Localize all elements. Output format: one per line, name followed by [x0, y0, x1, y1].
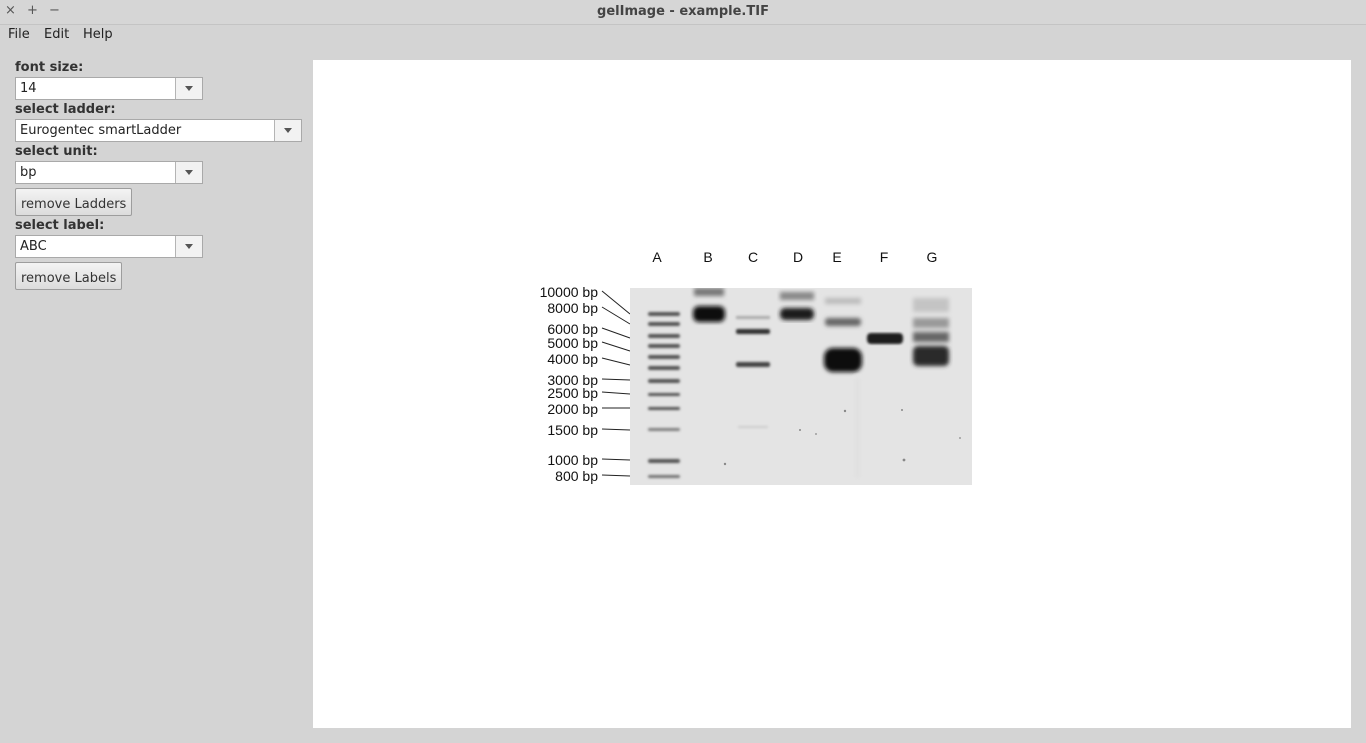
menu-bar: File Edit Help	[0, 24, 1366, 46]
label-select-label: select label:	[15, 218, 105, 233]
chevron-down-icon[interactable]	[175, 78, 202, 99]
chevron-down-icon[interactable]	[175, 236, 202, 257]
remove-ladders-button[interactable]: remove Ladders	[15, 188, 133, 216]
unit-label: select unit:	[15, 144, 98, 159]
label-value: ABC	[20, 239, 47, 254]
font-size-select[interactable]: 14	[15, 77, 203, 100]
ladder-value: Eurogentec smartLadder	[20, 123, 182, 138]
font-size-value: 14	[20, 81, 37, 96]
menu-help[interactable]: Help	[83, 27, 113, 42]
window-title: gelImage - example.TIF	[597, 4, 769, 19]
chevron-down-icon[interactable]	[274, 120, 301, 141]
unit-select[interactable]: bp	[15, 161, 203, 184]
chevron-down-icon[interactable]	[175, 162, 202, 183]
unit-value: bp	[20, 165, 37, 180]
font-size-label: font size:	[15, 60, 84, 75]
ladder-select[interactable]: Eurogentec smartLadder	[15, 119, 302, 142]
remove-labels-button[interactable]: remove Labels	[15, 262, 123, 290]
menu-file[interactable]: File	[8, 27, 30, 42]
label-select[interactable]: ABC	[15, 235, 203, 258]
gel-image	[630, 288, 972, 485]
menu-edit[interactable]: Edit	[44, 27, 69, 42]
image-canvas[interactable]: A B C D E F G 10000 bp 8000 bp 6000 bp 5…	[313, 60, 1351, 728]
title-bar: × + − gelImage - example.TIF	[0, 0, 1366, 25]
ladder-label: select ladder:	[15, 102, 116, 117]
